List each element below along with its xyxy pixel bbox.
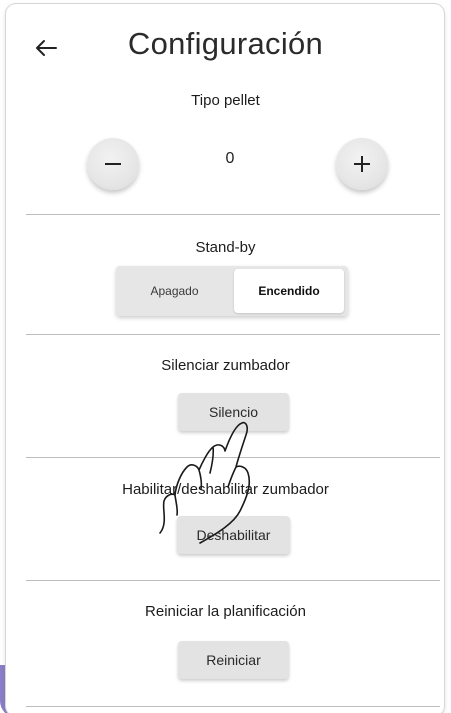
minus-icon <box>105 163 121 165</box>
toggle-buzzer-label: Habilitar/deshabilitar zumbador <box>122 481 329 498</box>
pellet-type-label: Tipo pellet <box>191 92 260 109</box>
page-title: Configuración <box>127 26 324 61</box>
divider <box>26 214 440 215</box>
standby-option-off[interactable]: Apagado <box>116 266 233 316</box>
reset-schedule-label: Reiniciar la planificación <box>145 603 306 620</box>
pellet-type-value: 0 <box>225 150 235 167</box>
mute-button[interactable]: Silencio <box>178 393 289 431</box>
reset-schedule-button[interactable]: Reiniciar <box>178 641 289 679</box>
divider <box>26 457 440 458</box>
divider <box>26 706 440 707</box>
plus-icon <box>354 156 370 172</box>
screen: Configuración Tipo pellet 0 Stand-by Apa… <box>0 0 451 713</box>
standby-label: Stand-by <box>195 239 256 256</box>
standby-option-on[interactable]: Encendido <box>234 269 344 313</box>
divider <box>26 580 440 581</box>
disable-buzzer-button[interactable]: Deshabilitar <box>177 516 290 554</box>
increment-button[interactable] <box>336 138 388 190</box>
standby-toggle: Apagado Encendido <box>116 266 348 316</box>
mute-buzzer-label: Silenciar zumbador <box>161 357 290 374</box>
decrement-button[interactable] <box>87 138 139 190</box>
divider <box>26 334 440 335</box>
